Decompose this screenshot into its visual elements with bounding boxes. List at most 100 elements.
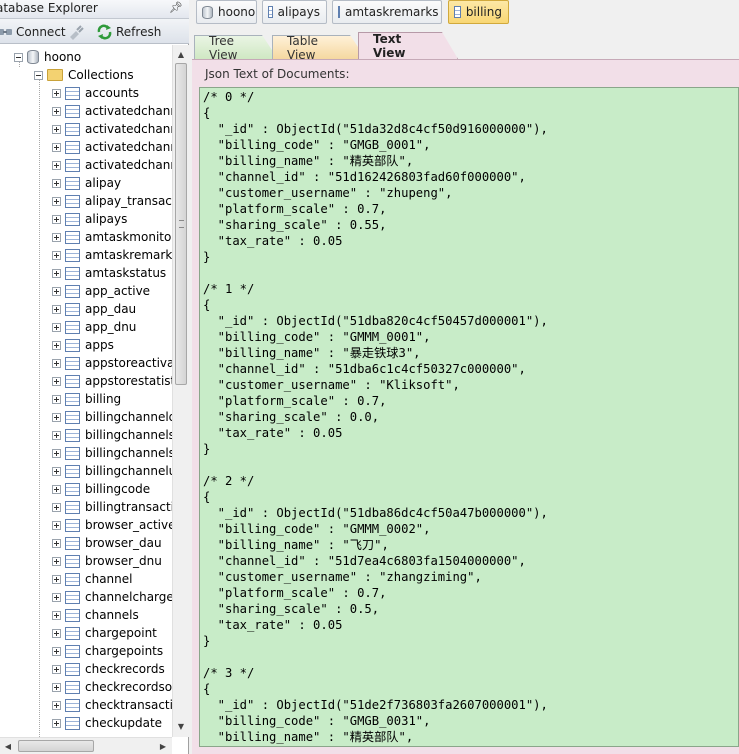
expand-icon[interactable]	[52, 358, 61, 368]
tree-node-collection[interactable]: channel	[52, 570, 132, 588]
scroll-thumb[interactable]	[175, 63, 187, 385]
tree-node-collection[interactable]: browser_dau	[52, 534, 162, 552]
expand-icon[interactable]	[52, 718, 61, 728]
tree-node-collection[interactable]: alipay_transacti	[52, 192, 172, 210]
tree-horizontal-scrollbar[interactable]: ◀ ▶	[0, 737, 172, 754]
expand-icon[interactable]	[52, 286, 61, 296]
expand-icon[interactable]	[52, 322, 61, 332]
collapse-icon[interactable]	[34, 70, 43, 80]
expand-icon[interactable]	[52, 304, 61, 314]
expand-icon[interactable]	[52, 574, 61, 584]
expand-icon[interactable]	[52, 106, 61, 116]
tree-node-collection[interactable]: activatedchann	[52, 138, 172, 156]
tree-node-collection[interactable]: billingchannels	[52, 426, 172, 444]
tree-node-collection[interactable]: amtaskremarks	[52, 246, 172, 264]
expand-icon[interactable]	[52, 268, 61, 278]
collection-label: activatedchann	[85, 104, 172, 118]
expand-icon[interactable]	[52, 196, 61, 206]
expand-icon[interactable]	[52, 88, 61, 98]
tree-node-collection[interactable]: billingchannels	[52, 444, 172, 462]
scroll-right-icon[interactable]: ▶	[155, 738, 171, 754]
tree-node-collection[interactable]: channelchargep	[52, 588, 172, 606]
tree-node-collection[interactable]: chargepoint	[52, 624, 157, 642]
tree-node-collections[interactable]: Collections	[34, 66, 134, 84]
tree-node-collection[interactable]: accounts	[52, 84, 139, 102]
collapse-icon[interactable]	[14, 52, 23, 62]
tree-node-collection[interactable]: billingchannelu	[52, 462, 172, 480]
tree-node-collection[interactable]: app_dnu	[52, 318, 136, 336]
tree-node-collection[interactable]: billing	[52, 390, 121, 408]
tree-node-collection[interactable]: app_active	[52, 282, 150, 300]
tree-node-collection[interactable]: activatedchann	[52, 156, 172, 174]
doc-tab-label: hoono	[218, 5, 256, 19]
tree-node-collection[interactable]: browser_dnu	[52, 552, 162, 570]
expand-icon[interactable]	[52, 502, 61, 512]
doc-tab-billing[interactable]: billing	[448, 0, 509, 24]
tree-node-collection[interactable]: browser_active	[52, 516, 172, 534]
expand-icon[interactable]	[52, 538, 61, 548]
tab-text-view[interactable]: Text View	[358, 32, 458, 59]
expand-icon[interactable]	[52, 250, 61, 260]
json-text-area[interactable]: /* 0 */ { "_id" : ObjectId("51da32d8c4cf…	[199, 87, 739, 747]
expand-icon[interactable]	[52, 232, 61, 242]
doc-tab-hoono[interactable]: hoono	[196, 0, 257, 24]
pin-icon[interactable]: 📌︎	[169, 1, 183, 14]
expand-icon[interactable]	[52, 646, 61, 656]
scroll-thumb[interactable]	[18, 740, 94, 752]
connect-button[interactable]: Connect	[0, 22, 66, 41]
expand-icon[interactable]	[52, 466, 61, 476]
tree-node-collection[interactable]: billingchanneld	[52, 408, 172, 426]
tree-node-collection[interactable]: billingtransactio	[52, 498, 172, 516]
tree-node-collection[interactable]: appstorestatisti	[52, 372, 172, 390]
expand-icon[interactable]	[52, 430, 61, 440]
doc-tab-amtaskremarks[interactable]: amtaskremarks	[332, 0, 442, 24]
tab-tree-view[interactable]: Tree View	[194, 35, 278, 59]
expand-icon[interactable]	[52, 484, 61, 494]
expand-icon[interactable]	[52, 610, 61, 620]
tree-node-collection[interactable]: activatedchann	[52, 102, 172, 120]
tree-node-collection[interactable]: amtaskstatus	[52, 264, 166, 282]
expand-icon[interactable]	[52, 394, 61, 404]
tree-node-collection[interactable]: checktransactio	[52, 696, 172, 714]
disconnect-button[interactable]	[67, 22, 88, 41]
refresh-button[interactable]: Refresh	[96, 22, 161, 41]
tab-table-view[interactable]: Table View	[272, 35, 366, 59]
expand-icon[interactable]	[52, 412, 61, 422]
expand-icon[interactable]	[52, 160, 61, 170]
collection-label: channel	[85, 572, 133, 586]
expand-icon[interactable]	[52, 214, 61, 224]
expand-icon[interactable]	[52, 142, 61, 152]
tree-node-collection[interactable]: checkrecordsor	[52, 678, 172, 696]
expand-icon[interactable]	[52, 124, 61, 134]
expand-icon[interactable]	[52, 700, 61, 710]
tree-node-collection[interactable]: apps	[52, 336, 114, 354]
expand-icon[interactable]	[52, 628, 61, 638]
tree-node-collection[interactable]: billingcode	[52, 480, 150, 498]
doc-tab-alipays[interactable]: alipays	[262, 0, 327, 24]
tree-node-server[interactable]: hoono	[14, 48, 81, 66]
expand-icon[interactable]	[52, 448, 61, 458]
tree-node-collection[interactable]: app_dau	[52, 300, 136, 318]
tree-node-collection[interactable]: chargepoints	[52, 642, 163, 660]
tree-node-collection[interactable]: channels	[52, 606, 139, 624]
tree-node-collection[interactable]: checkrecords	[52, 660, 165, 678]
tree-vertical-scrollbar[interactable]: ▲ ▼	[172, 45, 189, 737]
scroll-left-icon[interactable]: ◀	[0, 738, 16, 754]
tree-node-collection[interactable]: appstoreactivat	[52, 354, 172, 372]
expand-icon[interactable]	[52, 520, 61, 530]
tree-node-collection[interactable]: checkupdate	[52, 714, 162, 732]
expand-icon[interactable]	[52, 376, 61, 386]
scroll-up-icon[interactable]: ▲	[173, 46, 189, 62]
expand-icon[interactable]	[52, 340, 61, 350]
tree-node-collection[interactable]: alipay	[52, 174, 121, 192]
tree-node-collection[interactable]: activatedchann	[52, 120, 172, 138]
scroll-down-icon[interactable]: ▼	[173, 718, 189, 734]
expand-icon[interactable]	[52, 664, 61, 674]
expand-icon[interactable]	[52, 592, 61, 602]
tree-node-collection[interactable]: alipays	[52, 210, 127, 228]
tree-node-collection[interactable]: amtaskmonitor	[52, 228, 172, 246]
expand-icon[interactable]	[52, 682, 61, 692]
collection-label: billing	[85, 392, 122, 406]
expand-icon[interactable]	[52, 556, 61, 566]
expand-icon[interactable]	[52, 178, 61, 188]
